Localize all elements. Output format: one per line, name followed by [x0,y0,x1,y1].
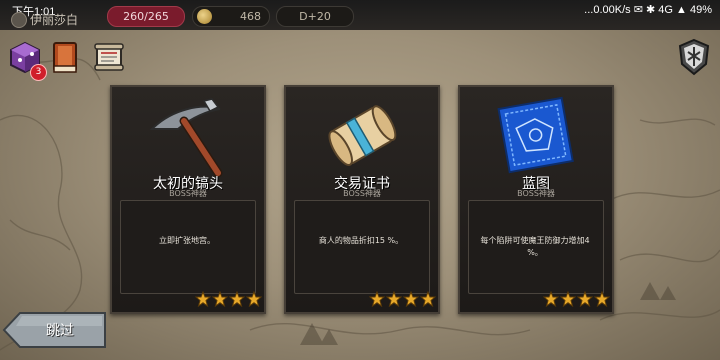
signal-icon: ✉ ✱ [633,4,659,16]
star-rating [542,291,610,307]
star-icon [229,291,245,307]
day-counter: D+20 [276,6,354,27]
hp-counter: 260/265 [107,6,185,27]
star-icon [386,291,402,307]
player-name: 伊丽莎白 [30,13,79,27]
card-subtitle: BOSS神器 [343,189,381,198]
book-menu-icon[interactable] [50,40,82,76]
card-description: 商人的物品折扣15 %。 [318,236,404,245]
guild-emblem-icon[interactable] [676,38,712,76]
system-status: ...0.00K/s ✉ ✱ 4G ▲ 49% [584,3,712,16]
star-icon [195,291,211,307]
artifact-card-2[interactable]: 交易证书 BOSS神器 商人的物品折扣15 %。 [284,85,440,314]
network-type: 4G [658,4,673,16]
cube-notification-badge: 3 [30,64,47,81]
star-icon [543,291,559,307]
battery-level: 49% [689,4,712,16]
gold-counter: 468 [192,6,270,27]
gold-value: 468 [240,10,261,23]
star-icon [420,291,436,307]
pickaxe-icon [149,98,223,177]
artifact-card-1[interactable]: 太初的镐头 BOSS神器 立即扩张地宫。 [110,85,266,314]
star-rating [194,291,262,307]
scroll-menu-icon[interactable] [92,40,126,74]
card-description: 立即扩张地宫。 [159,236,215,245]
card-subtitle: BOSS神器 [169,189,207,198]
description-box [120,200,256,294]
player-avatar-icon [11,12,27,28]
star-icon [560,291,576,307]
network-speed: ...0.00K/s [584,4,631,16]
star-icon [577,291,593,307]
star-icon [212,291,228,307]
card-description: 每个陷阱可使魔王防御力增加4 %。 [480,236,590,257]
star-icon [246,291,262,307]
star-icon [369,291,385,307]
star-icon [594,291,610,307]
star-rating [368,291,436,307]
top-status-bar: 下午1:01 伊丽莎白 260/265 468 D+20 ...0.00K/s … [0,0,720,30]
blueprint-icon [497,96,574,174]
skip-button-label[interactable]: 跳过 [22,320,98,340]
wifi-icon: ▲ [676,4,690,16]
description-box [294,200,430,294]
scroll-icon [328,105,397,166]
artifact-card-3[interactable]: 蓝图 BOSS神器 每个陷阱可使魔王防御力增加4 %。 [458,85,614,314]
star-icon [403,291,419,307]
card-subtitle: BOSS神器 [517,189,555,198]
gold-coin-icon [197,9,212,24]
